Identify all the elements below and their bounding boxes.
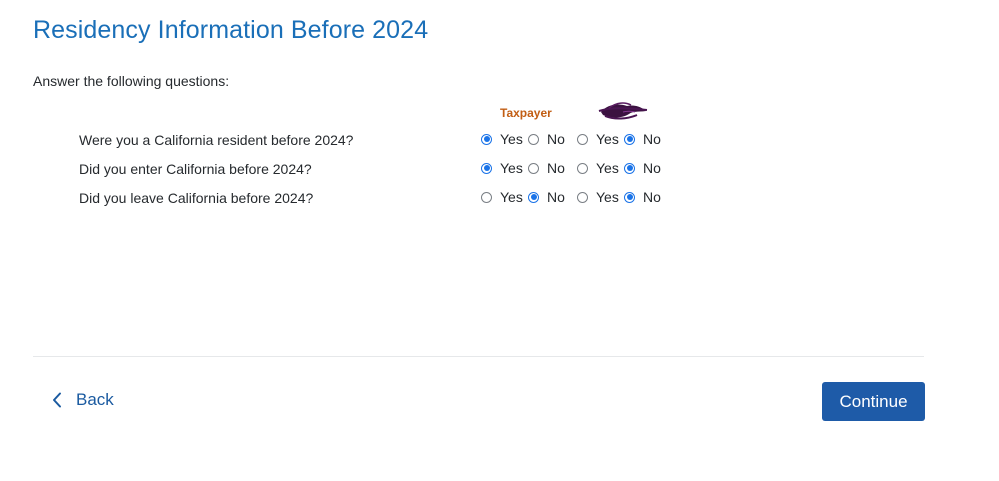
taxpayer-yes-radio-option[interactable]: Yes — [481, 187, 523, 207]
taxpayer-column-header: Taxpayer — [500, 106, 552, 120]
page-title: Residency Information Before 2024 — [33, 16, 429, 44]
radio-label-yes: Yes — [500, 131, 523, 147]
spouse-yes-radio-option[interactable]: Yes — [577, 129, 619, 149]
radio-unchecked-icon[interactable] — [577, 162, 588, 174]
radio-label-no: No — [547, 160, 565, 176]
spouse-no-radio-option[interactable]: No — [624, 158, 661, 178]
radio-label-no: No — [643, 160, 661, 176]
radio-label-no: No — [547, 131, 565, 147]
spouse-column-header-redacted — [597, 100, 649, 124]
radio-checked-icon[interactable] — [624, 191, 635, 203]
radio-checked-icon[interactable] — [481, 162, 492, 174]
radio-label-yes: Yes — [596, 160, 619, 176]
taxpayer-no-radio-option[interactable]: No — [528, 187, 565, 207]
radio-checked-icon[interactable] — [528, 191, 539, 203]
taxpayer-yes-radio-option[interactable]: Yes — [481, 158, 523, 178]
radio-unchecked-icon[interactable] — [528, 133, 539, 145]
back-button[interactable]: Back — [52, 390, 114, 410]
radio-unchecked-icon[interactable] — [481, 191, 492, 203]
radio-label-yes: Yes — [500, 160, 523, 176]
radio-checked-icon[interactable] — [624, 162, 635, 174]
spouse-yes-radio-option[interactable]: Yes — [577, 158, 619, 178]
footer-divider — [33, 356, 924, 357]
taxpayer-yes-radio-option[interactable]: Yes — [481, 129, 523, 149]
continue-button[interactable]: Continue — [822, 382, 925, 421]
question-row: Did you leave California before 2024? Yes… — [0, 185, 999, 211]
radio-unchecked-icon[interactable] — [577, 133, 588, 145]
radio-label-no: No — [643, 189, 661, 205]
radio-label-yes: Yes — [500, 189, 523, 205]
redacted-scribble-icon — [598, 102, 648, 120]
radio-label-no: No — [643, 131, 661, 147]
question-row: Did you enter California before 2024? Yes… — [0, 156, 999, 182]
spouse-yes-radio-option[interactable]: Yes — [577, 187, 619, 207]
taxpayer-no-radio-option[interactable]: No — [528, 129, 565, 149]
radio-label-yes: Yes — [596, 189, 619, 205]
radio-checked-icon[interactable] — [624, 133, 635, 145]
question-text: Did you enter California before 2024? — [79, 161, 312, 177]
taxpayer-no-radio-option[interactable]: No — [528, 158, 565, 178]
radio-unchecked-icon[interactable] — [528, 162, 539, 174]
question-row: Were you a California resident before 20… — [0, 127, 999, 153]
question-text: Did you leave California before 2024? — [79, 190, 314, 206]
back-button-label: Back — [76, 390, 114, 409]
instructions-text: Answer the following questions: — [33, 73, 230, 89]
question-text: Were you a California resident before 20… — [79, 132, 354, 148]
spouse-no-radio-option[interactable]: No — [624, 129, 661, 149]
chevron-left-icon — [53, 392, 61, 408]
spouse-no-radio-option[interactable]: No — [624, 187, 661, 207]
radio-label-yes: Yes — [596, 131, 619, 147]
radio-unchecked-icon[interactable] — [577, 191, 588, 203]
radio-checked-icon[interactable] — [481, 133, 492, 145]
radio-label-no: No — [547, 189, 565, 205]
